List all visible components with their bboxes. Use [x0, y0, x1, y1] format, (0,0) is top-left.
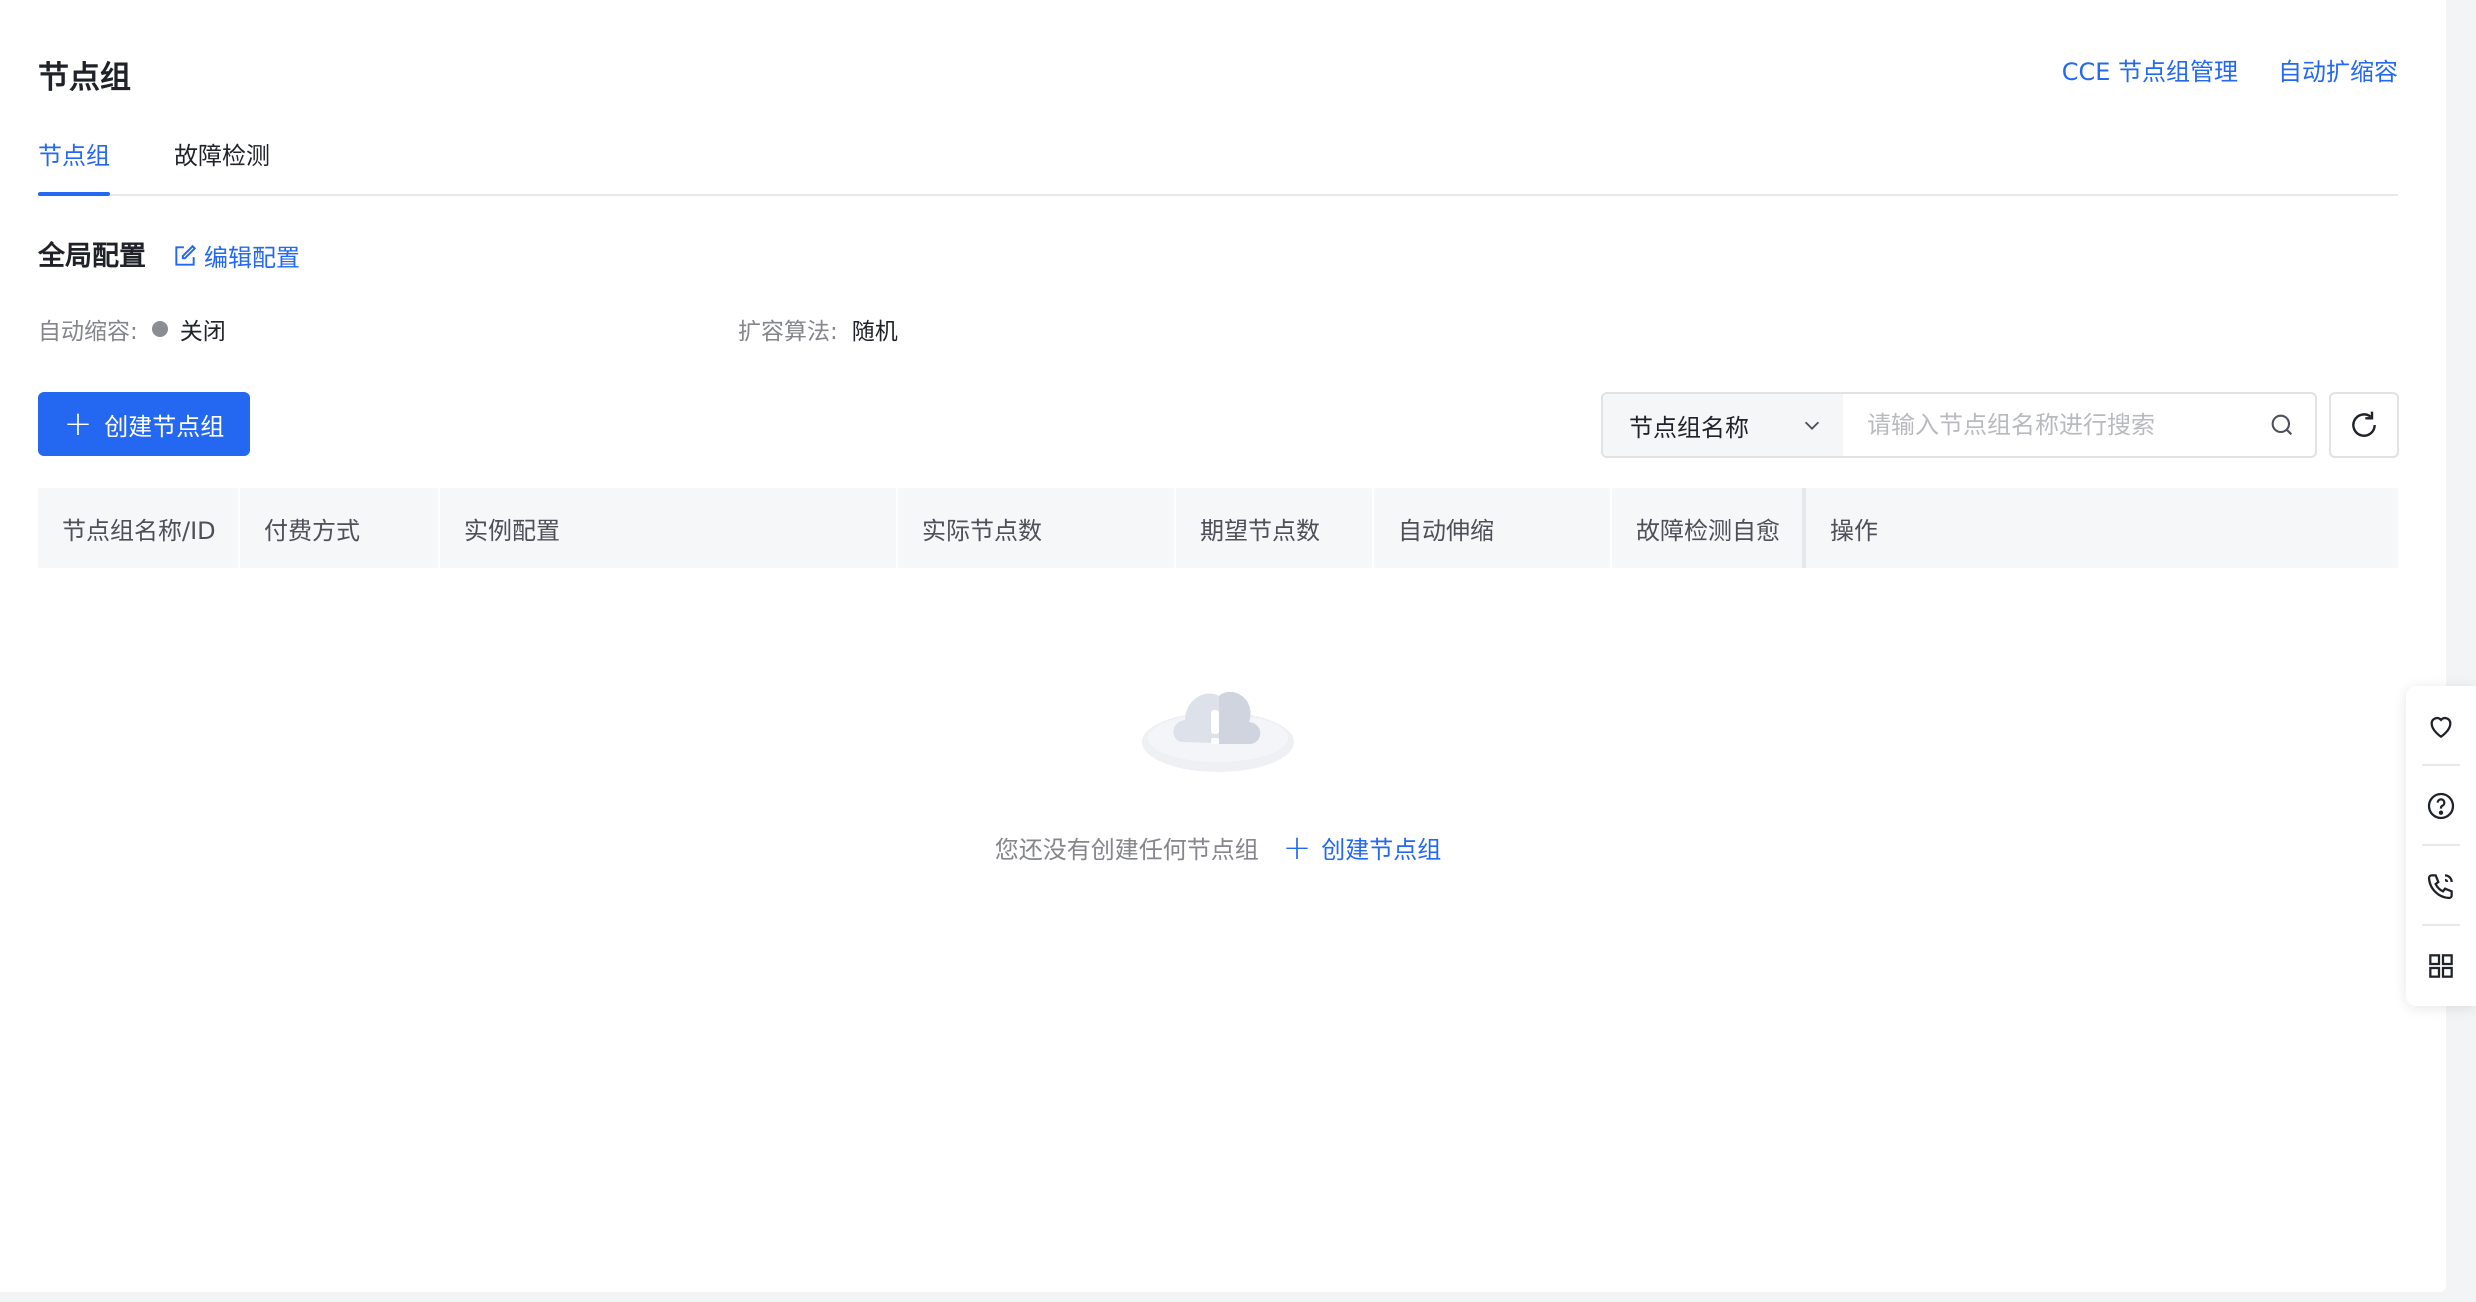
- empty-text-row: 您还没有创建任何节点组 + 创建节点组: [995, 830, 1442, 865]
- tab-fault-detection[interactable]: 故障检测: [174, 136, 270, 194]
- edit-icon: [175, 244, 197, 266]
- column-header-autoscale: 自动伸缩: [1374, 488, 1612, 568]
- help-button[interactable]: [2406, 766, 2476, 846]
- page-title: 节点组: [38, 60, 131, 96]
- table-header: 节点组名称/ID 付费方式 实例配置 实际节点数 期望节点数 自动伸缩 故障检测…: [38, 488, 2398, 568]
- tab-node-group[interactable]: 节点组: [38, 136, 110, 196]
- auto-scale-in-label: 自动缩容:: [38, 319, 138, 345]
- auto-scale-in-value: 关闭: [179, 319, 226, 345]
- tab-bar: 节点组 故障检测: [38, 136, 2398, 196]
- apps-button[interactable]: [2406, 926, 2476, 1006]
- search-button[interactable]: [2249, 394, 2315, 456]
- plus-icon: +: [63, 404, 93, 444]
- help-icon: [2427, 792, 2455, 820]
- edit-config-label: 编辑配置: [204, 244, 300, 272]
- plus-icon: +: [1282, 827, 1312, 868]
- search-input[interactable]: [1843, 394, 2249, 456]
- column-header-fault-healing: 故障检测自愈: [1612, 488, 1806, 568]
- favorite-button[interactable]: [2406, 686, 2476, 766]
- create-node-group-button[interactable]: + 创建节点组: [38, 392, 250, 456]
- global-config-title: 全局配置: [38, 241, 146, 272]
- refresh-icon: [2352, 411, 2376, 437]
- header-links: CCE 节点组管理 自动扩缩容: [2062, 52, 2398, 87]
- search-box: 节点组名称: [1601, 392, 2317, 458]
- column-header-name-id: 节点组名称/ID: [38, 488, 240, 568]
- empty-state: 您还没有创建任何节点组 + 创建节点组: [0, 650, 2436, 865]
- search-field-select[interactable]: 节点组名称: [1603, 394, 1843, 456]
- empty-cloud-illustration: [1133, 650, 1303, 784]
- refresh-button[interactable]: [2329, 392, 2399, 458]
- scale-out-algo-value: 随机: [851, 319, 898, 345]
- contact-button[interactable]: [2406, 846, 2476, 926]
- create-node-group-label: 创建节点组: [104, 412, 225, 441]
- chevron-down-icon: [1804, 421, 1820, 430]
- cce-node-group-management-link[interactable]: CCE 节点组管理: [2062, 52, 2238, 87]
- column-header-billing: 付费方式: [240, 488, 440, 568]
- empty-message: 您还没有创建任何节点组: [994, 836, 1259, 864]
- column-header-instance-config: 实例配置: [440, 488, 898, 568]
- scale-out-algo-label: 扩容算法:: [738, 319, 838, 345]
- edit-config-button[interactable]: 编辑配置: [172, 238, 300, 273]
- scale-out-algo-row: 扩容算法: 随机: [738, 312, 898, 346]
- page-container: 节点组 CCE 节点组管理 自动扩缩容 节点组 故障检测 全局配置 编辑配置 自…: [0, 0, 2446, 1292]
- side-toolbar: [2406, 686, 2476, 1006]
- apps-icon: [2429, 954, 2453, 978]
- autoscaling-link[interactable]: 自动扩缩容: [2278, 52, 2398, 87]
- column-header-desired-nodes: 期望节点数: [1176, 488, 1374, 568]
- empty-create-label: 创建节点组: [1321, 836, 1442, 864]
- column-header-actions: 操作: [1830, 516, 1878, 545]
- heart-icon: [2430, 716, 2452, 739]
- search-field-select-value: 节点组名称: [1629, 413, 1749, 442]
- auto-scale-in-row: 自动缩容: 关闭: [38, 312, 226, 346]
- search-icon: [2271, 414, 2293, 436]
- status-dot-icon: [151, 321, 168, 337]
- empty-create-node-group-link[interactable]: + 创建节点组: [1283, 830, 1442, 865]
- column-header-actual-nodes: 实际节点数: [898, 488, 1176, 568]
- phone-icon: [2427, 874, 2453, 900]
